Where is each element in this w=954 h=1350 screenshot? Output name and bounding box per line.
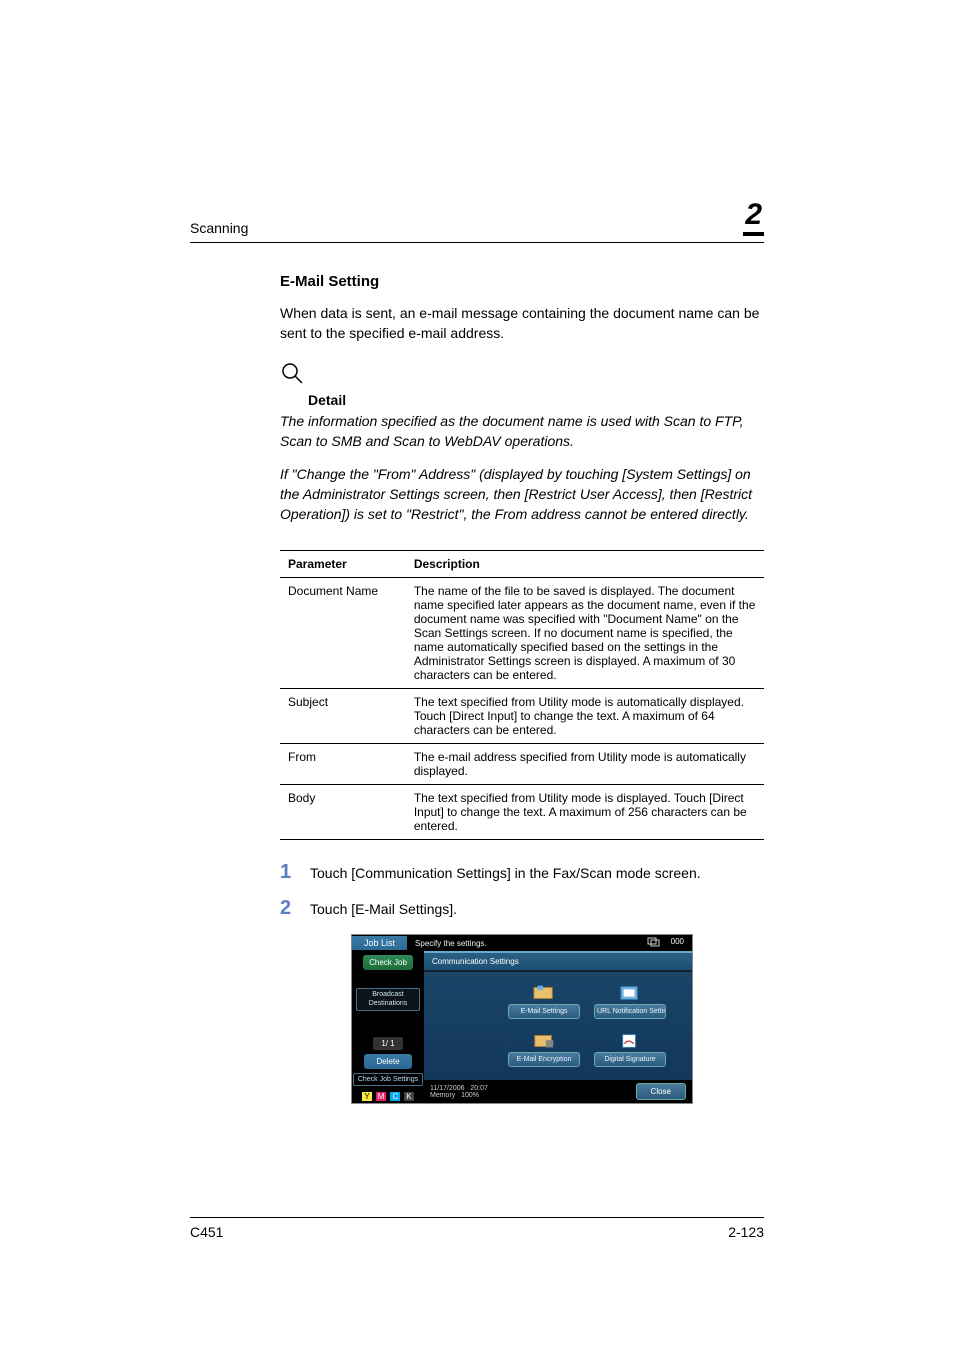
desc-cell: The e-mail address specified from Utilit… (406, 744, 764, 785)
job-list-tab[interactable]: Job List (352, 936, 407, 950)
broadcast-destinations-button[interactable]: Broadcast Destinations (356, 988, 420, 1011)
table-row: From The e-mail address specified from U… (280, 744, 764, 785)
check-job-button[interactable]: Check Job (363, 955, 413, 970)
param-cell: Body (280, 785, 406, 840)
tile-email-settings[interactable]: E-Mail Settings (508, 984, 580, 1019)
page-indicator: 1/ 1 (373, 1037, 402, 1050)
step-1: 1 Touch [Communication Settings] in the … (280, 862, 764, 882)
tile-email-encryption[interactable]: E-Mail Encryption (508, 1032, 580, 1067)
detail-block: Detail The information specified as the … (280, 361, 764, 524)
step-number: 2 (280, 898, 310, 918)
parameter-table: Parameter Description Document Name The … (280, 550, 764, 840)
tile-digital-signature[interactable]: Digital Signature (594, 1032, 666, 1067)
desc-cell: The text specified from Utility mode is … (406, 785, 764, 840)
detail-text-1: The information specified as the documen… (280, 412, 764, 451)
email-encryption-icon (533, 1032, 555, 1050)
running-header: Scanning 2 (190, 200, 764, 243)
digital-signature-icon (619, 1032, 641, 1050)
page-number: 2-123 (728, 1224, 764, 1240)
close-button[interactable]: Close (636, 1083, 686, 1100)
footer-memory-label: Memory (430, 1092, 455, 1099)
email-settings-icon (533, 984, 555, 1002)
step-2: 2 Touch [E-Mail Settings]. (280, 898, 764, 918)
section-title: E-Mail Setting (280, 273, 764, 290)
step-text: Touch [E-Mail Settings]. (310, 898, 457, 918)
panel-instruction: Specify the settings. (407, 939, 647, 948)
param-cell: From (280, 744, 406, 785)
param-cell: Subject (280, 689, 406, 744)
step-text: Touch [Communication Settings] in the Fa… (310, 862, 701, 882)
step-number: 1 (280, 862, 310, 882)
copies-icon (647, 937, 661, 949)
table-row: Document Name The name of the file to be… (280, 578, 764, 689)
intro-paragraph: When data is sent, an e-mail message con… (280, 304, 764, 343)
param-cell: Document Name (280, 578, 406, 689)
footer-date: 11/17/2006 (430, 1085, 465, 1092)
chapter-number: 2 (743, 200, 764, 236)
tile-url-notification[interactable]: URL Notification Setting (594, 984, 666, 1019)
check-job-settings-button[interactable]: Check Job Settings (353, 1073, 423, 1086)
device-sidebar: Check Job Broadcast Destinations 1/ 1 De… (352, 951, 424, 1103)
delete-button[interactable]: Delete (364, 1054, 411, 1069)
table-header-parameter: Parameter (280, 551, 406, 578)
running-header-section: Scanning (190, 220, 248, 236)
table-row: Body The text specified from Utility mod… (280, 785, 764, 840)
toner-indicator: YMCK (362, 1092, 413, 1101)
detail-text-2: If "Change the "From" Address" (displaye… (280, 465, 764, 524)
desc-cell: The text specified from Utility mode is … (406, 689, 764, 744)
table-header-description: Description (406, 551, 764, 578)
detail-heading: Detail (308, 392, 764, 408)
device-screenshot: Job List Specify the settings. 000 Check… (351, 934, 693, 1104)
copy-count: 000 (671, 937, 684, 949)
footer-time: 20:07 (470, 1085, 488, 1092)
communication-settings-tab[interactable]: Communication Settings (424, 951, 692, 972)
model-number: C451 (190, 1224, 223, 1240)
table-row: Subject The text specified from Utility … (280, 689, 764, 744)
page-footer: C451 2-123 (190, 1217, 764, 1240)
url-notification-icon (619, 984, 641, 1002)
desc-cell: The name of the file to be saved is disp… (406, 578, 764, 689)
settings-panel: E-Mail Settings URL Notification Setting… (424, 972, 692, 1080)
magnifier-icon (280, 361, 304, 385)
footer-memory-value: 100% (461, 1092, 479, 1099)
